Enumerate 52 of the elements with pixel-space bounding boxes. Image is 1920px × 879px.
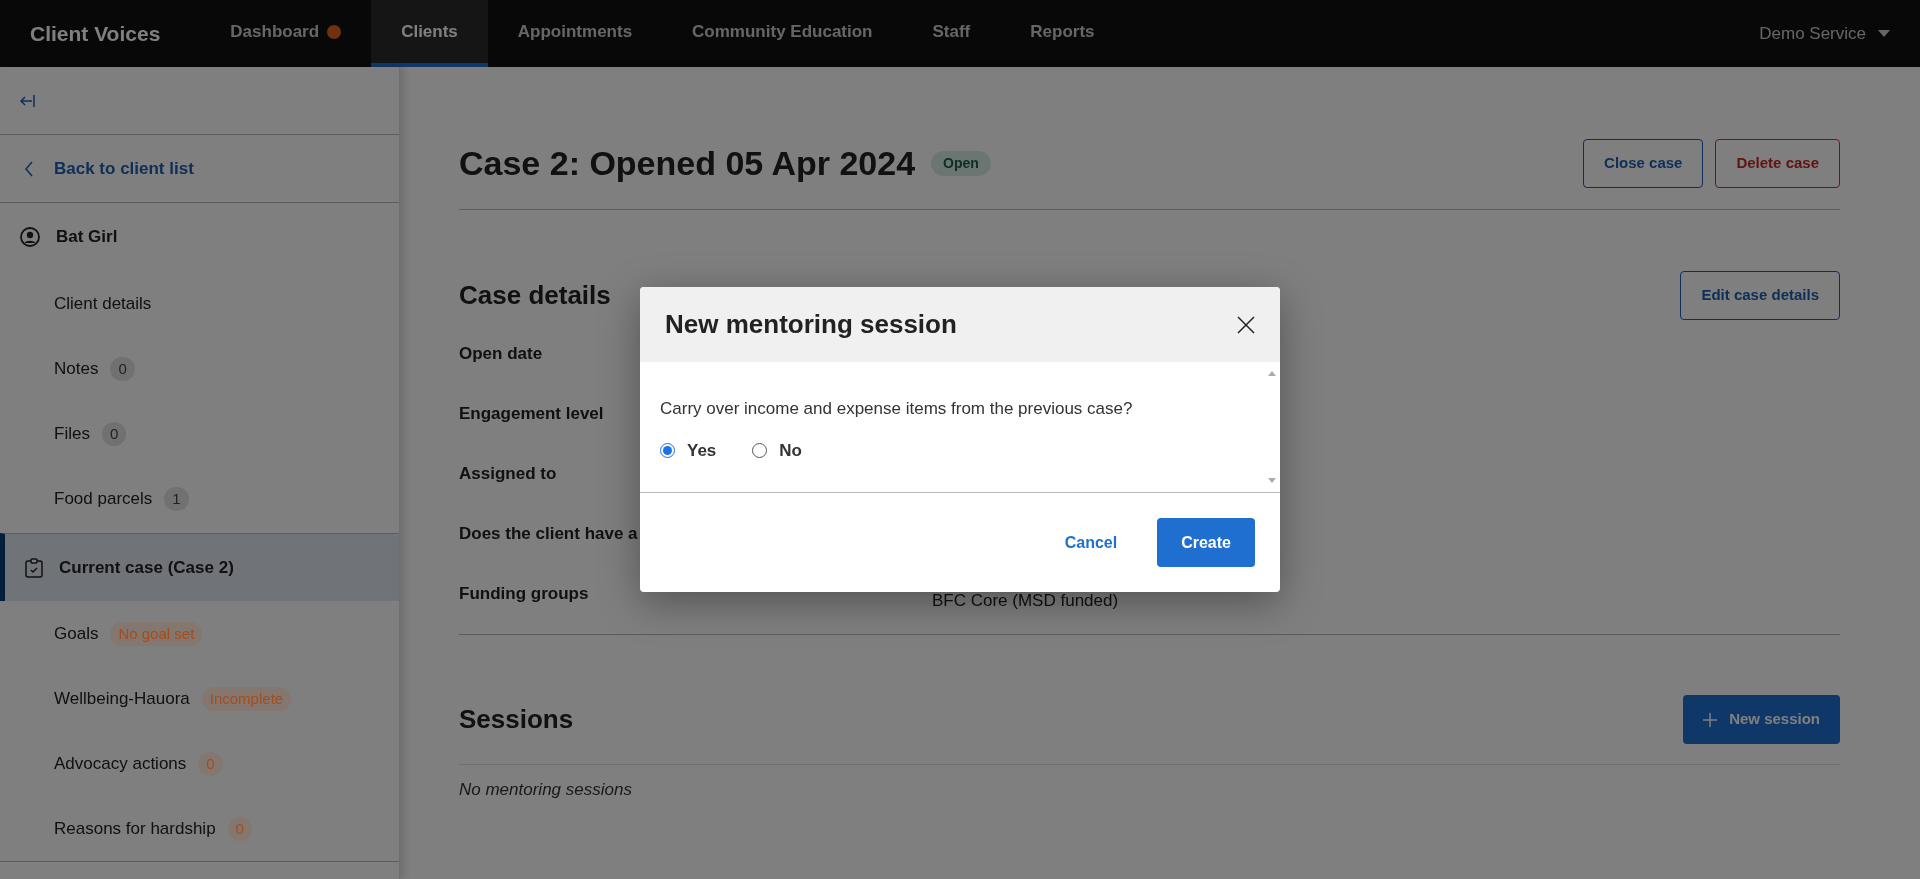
client-name: Bat Girl [56, 226, 118, 249]
sidebar-link[interactable]: Goals [54, 620, 99, 647]
plus-icon [1703, 712, 1718, 727]
sidebar-link[interactable]: Food parcels [54, 485, 153, 512]
edit-button[interactable]: Edit case details [1680, 271, 1840, 320]
clipboard-icon [25, 557, 43, 578]
status-badge: Open [931, 151, 991, 176]
user-icon [20, 227, 40, 247]
count-badge: Incomplete [201, 686, 292, 711]
field-label: Assigned to [459, 464, 557, 484]
field-label: Funding groups [459, 584, 589, 604]
page-title: Case 2: Opened 05 Apr 2024 [459, 143, 916, 184]
sidebar-link[interactable]: Advocacy actions [54, 750, 187, 777]
account-menu[interactable]: Demo Service [1759, 0, 1920, 67]
sidebar-link[interactable]: Reasons for hardship [54, 815, 216, 842]
create-button[interactable]: Create [1157, 518, 1255, 567]
back-link[interactable]: Back to client list [54, 155, 194, 182]
nav-tab[interactable]: Staff [902, 0, 1001, 67]
modal-title: New mentoring session [665, 308, 957, 341]
sidebar-link[interactable]: Wellbeing-Hauora [54, 685, 190, 712]
count-badge: No goal set [110, 621, 203, 646]
sidebar-item[interactable]: Current case (Case 2) [0, 533, 399, 601]
count-badge: 0 [110, 356, 135, 381]
section-heading: Sessions [459, 703, 574, 736]
cancel-button[interactable]: Cancel [1052, 518, 1130, 567]
count-badge: 1 [164, 486, 189, 511]
brand-title[interactable]: Client Voices [0, 0, 201, 67]
empty-message: No mentoring sessions [459, 779, 633, 801]
modal-question: Carry over income and expense items from the previous case? [660, 398, 1134, 420]
field-label: Open date [459, 344, 543, 364]
nav-tab[interactable]: Reports [1000, 0, 1125, 67]
field-label: Does the client have a [459, 524, 638, 544]
action-button[interactable]: Delete case [1715, 139, 1840, 188]
action-button[interactable]: Close case [1583, 139, 1704, 188]
nav-tab[interactable]: Clients [371, 0, 488, 67]
close-icon[interactable] [1237, 315, 1255, 334]
sidebar-link[interactable]: Notes [54, 355, 99, 382]
radio-label: Yes [687, 439, 717, 462]
count-badge: 0 [198, 751, 223, 776]
collapse-icon[interactable] [20, 93, 36, 108]
radio-label: No [779, 439, 802, 462]
count-badge: 0 [101, 421, 127, 446]
nav-tab[interactable]: Community Education [662, 0, 903, 67]
field-value: BFC Core (MSD funded) [932, 590, 1119, 613]
section-heading: Case details [459, 279, 611, 312]
caret-icon [1878, 29, 1890, 38]
sidebar-link[interactable]: Client details [54, 290, 152, 317]
sidebar-link[interactable]: Files [54, 420, 90, 447]
chevron-left-icon [24, 160, 34, 177]
new-session-button[interactable]: New session [1683, 695, 1840, 744]
field-label: Engagement level [459, 404, 604, 424]
count-badge: 0 [227, 816, 252, 841]
